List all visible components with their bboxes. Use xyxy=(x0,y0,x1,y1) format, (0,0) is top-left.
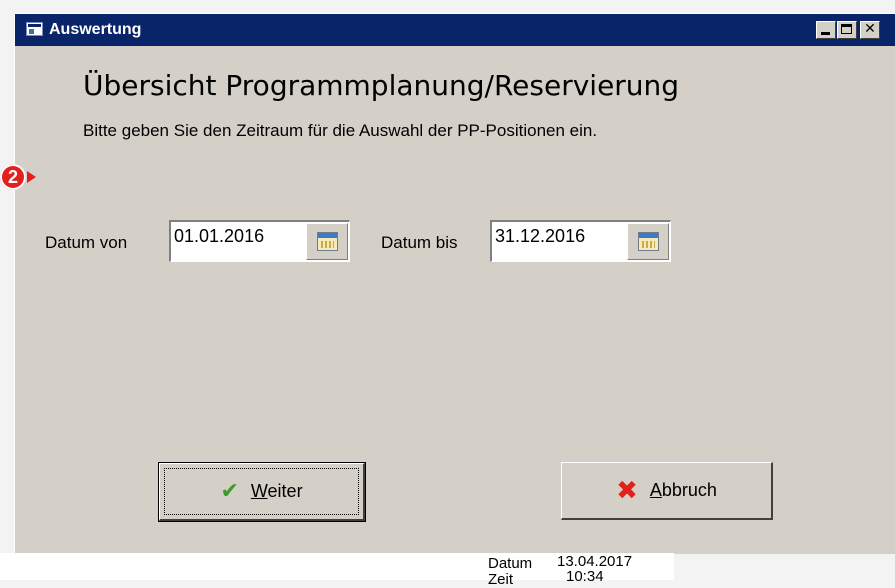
status-date-label: Datum xyxy=(488,555,533,572)
close-button[interactable]: ✕ xyxy=(860,21,880,39)
date-from-field[interactable] xyxy=(169,220,350,262)
calendar-icon xyxy=(317,232,338,251)
calendar-icon xyxy=(638,232,659,251)
date-from-calendar-button[interactable] xyxy=(306,223,348,260)
status-bar: Datum 13.04.2017 Zeit 10:34 xyxy=(0,553,674,587)
abbruch-button-label: Abbruch xyxy=(649,480,717,500)
abbruch-button[interactable]: ✖ Abbruch xyxy=(561,462,773,520)
maximize-button[interactable] xyxy=(837,21,857,39)
dialog-window: Auswertung ✕ Übersicht Programmplanung/R… xyxy=(14,13,895,554)
checkmark-icon: ✔ xyxy=(220,478,239,504)
close-icon: ✕ xyxy=(864,21,876,37)
date-to-field[interactable] xyxy=(490,220,671,262)
date-to-calendar-button[interactable] xyxy=(627,223,669,260)
title-bar[interactable]: Auswertung ✕ xyxy=(15,14,895,46)
weiter-button-label: Weiter xyxy=(250,481,303,501)
callout-badge: 2 xyxy=(0,164,26,190)
status-time-value: 10:34 xyxy=(566,568,604,585)
weiter-button[interactable]: ✔ Weiter xyxy=(158,462,366,522)
page-title: Übersicht Programmplanung/Reservierung xyxy=(83,69,680,102)
date-from-label: Datum von xyxy=(45,233,128,252)
callout-arrow-icon xyxy=(27,171,36,183)
minimize-button[interactable] xyxy=(816,21,836,39)
window-icon xyxy=(26,22,43,36)
status-date-value: 13.04.2017 xyxy=(557,553,633,570)
date-to-input[interactable] xyxy=(495,226,619,247)
date-from-input[interactable] xyxy=(174,226,298,247)
cancel-icon: ✖ xyxy=(616,475,638,506)
date-to-label: Datum bis xyxy=(381,233,458,252)
instruction-text: Bitte geben Sie den Zeitraum für die Aus… xyxy=(83,121,598,140)
window-title: Auswertung xyxy=(49,21,142,38)
